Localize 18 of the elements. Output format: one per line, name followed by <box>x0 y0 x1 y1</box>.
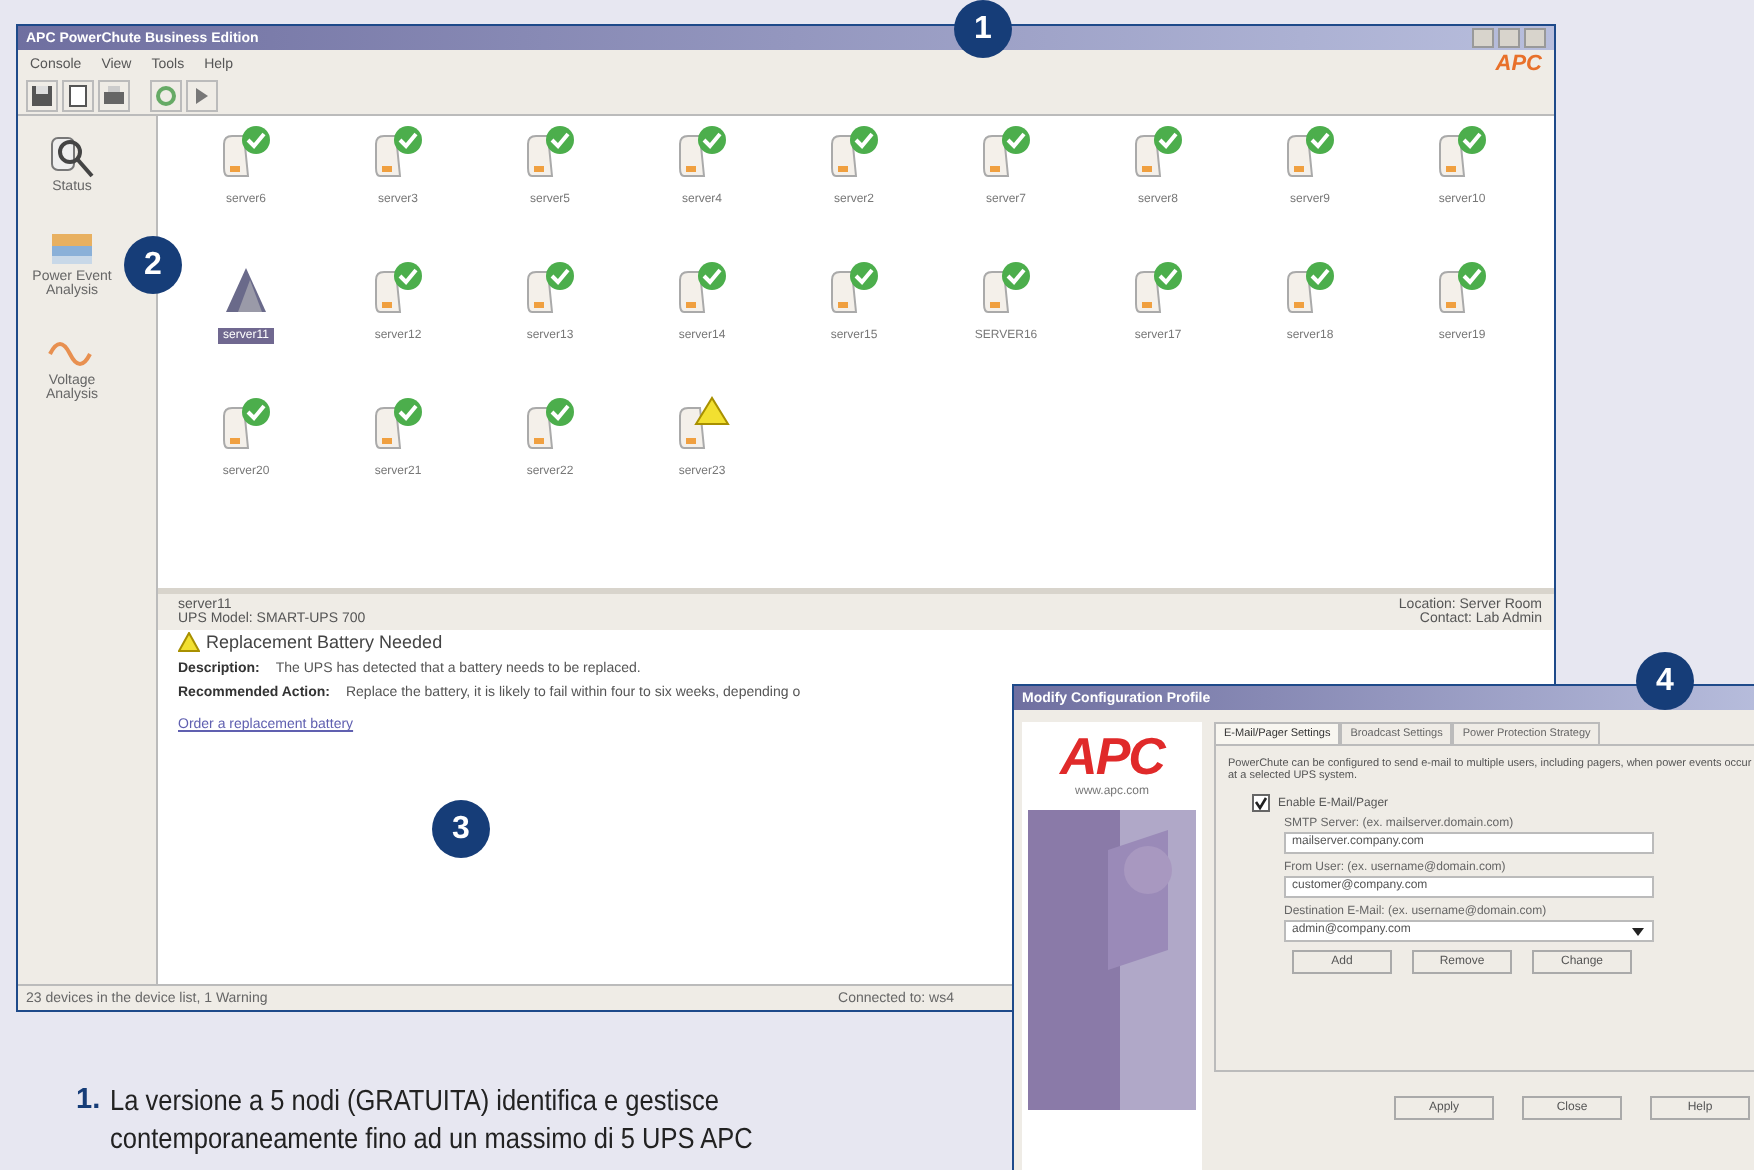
caption-line: La versione a 5 nodi (GRATUITA) identifica e gestisce <box>110 1084 722 1122</box>
save-icon[interactable] <box>26 80 58 112</box>
dropdown-arrow-icon <box>1630 923 1646 939</box>
callout-number: 4 <box>1636 652 1694 710</box>
caption-number: 1. <box>76 1084 101 1120</box>
callout-number: 1 <box>954 0 1012 58</box>
magnifier-icon <box>46 132 98 180</box>
caption-line: contemporaneamente fino ad un massimo di 5 UPS APC <box>110 1122 753 1160</box>
document-icon[interactable] <box>62 80 94 112</box>
checkbox[interactable] <box>1252 794 1270 812</box>
event-title: Replacement Battery Needed <box>206 632 443 652</box>
maximize-button[interactable] <box>1498 28 1520 48</box>
refresh-icon[interactable] <box>150 80 182 112</box>
close-button[interactable] <box>1524 28 1546 48</box>
apc-logo: APC <box>1060 730 1164 782</box>
minimize-button[interactable] <box>1472 28 1494 48</box>
print-icon[interactable] <box>98 80 130 112</box>
apc-logo: APC <box>1495 52 1542 76</box>
